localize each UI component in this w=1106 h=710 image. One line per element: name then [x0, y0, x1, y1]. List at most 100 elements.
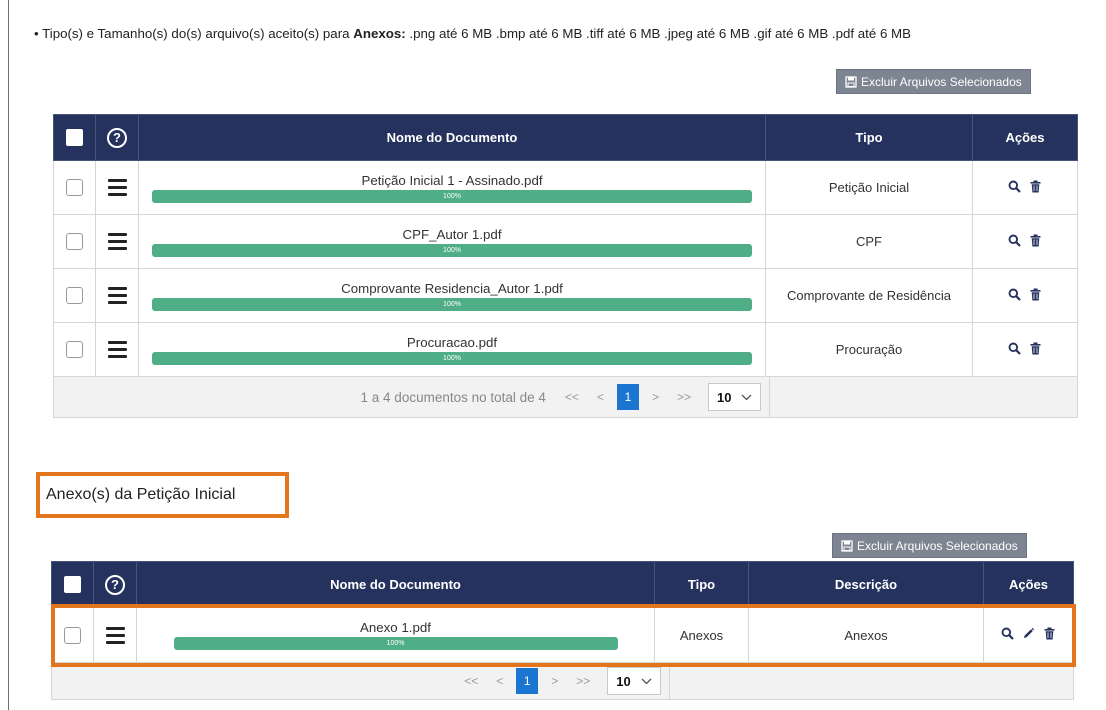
info-suffix: .png até 6 MB .bmp até 6 MB .tiff até 6 … — [405, 26, 911, 41]
select-all-checkbox[interactable] — [64, 576, 81, 594]
row-drag-cell — [95, 268, 139, 323]
row-actions-cell — [972, 322, 1078, 377]
pagination-cell: 1 a 4 documentos no total de 4 << < 1 > … — [53, 376, 1078, 418]
previous-page-button[interactable]: < — [588, 390, 613, 404]
column-header-actions: Ações — [983, 561, 1074, 608]
info-bold-label: Anexos: — [353, 26, 406, 41]
row-select-cell — [53, 268, 96, 323]
trash-icon[interactable] — [1043, 627, 1056, 640]
accepted-file-types-info: • Tipo(s) e Tamanho(s) do(s) arquivo(s) … — [34, 26, 911, 41]
pager-divider — [668, 663, 670, 699]
search-icon[interactable] — [1001, 627, 1014, 640]
page-size-value: 10 — [716, 389, 732, 405]
search-icon[interactable] — [1008, 288, 1021, 301]
row-drag-cell — [93, 607, 137, 663]
last-page-button[interactable]: >> — [668, 390, 700, 404]
help-icon[interactable]: ? — [105, 574, 125, 595]
info-prefix: • Tipo(s) e Tamanho(s) do(s) arquivo(s) … — [34, 26, 354, 41]
search-icon[interactable] — [1008, 342, 1021, 355]
page-1-button[interactable]: 1 — [616, 384, 639, 410]
search-icon[interactable] — [1008, 180, 1021, 193]
attachments-table: ? Nome do Documento Tipo Descrição Ações… — [51, 561, 1074, 700]
page-size-select[interactable]: 10 — [607, 667, 661, 695]
select-all-header — [51, 561, 94, 608]
progress-label: 100% — [386, 640, 405, 647]
next-page-button[interactable]: > — [643, 390, 668, 404]
upload-progress-bar: 100% — [152, 243, 752, 257]
row-type-cell: Petição Inicial — [765, 160, 973, 215]
drag-handle-icon[interactable] — [107, 287, 127, 305]
column-header-name: Nome do Documento — [136, 561, 655, 608]
drag-handle-icon[interactable] — [107, 233, 127, 251]
progress-label: 100% — [443, 300, 461, 308]
file-name: CPF_Autor 1.pdf — [402, 226, 502, 242]
row-actions-cell — [972, 214, 1078, 269]
upload-progress-bar: 100% — [152, 297, 752, 311]
trash-icon[interactable] — [1029, 234, 1042, 247]
row-name-cell: Anexo 1.pdf 100% — [136, 607, 655, 663]
row-actions-cell — [983, 607, 1074, 663]
page-size-select[interactable]: 10 — [707, 383, 762, 411]
row-checkbox[interactable] — [64, 626, 81, 644]
progress-label: 100% — [443, 246, 461, 254]
row-type-cell: Procuração — [765, 322, 973, 377]
row-select-cell — [51, 607, 94, 663]
table-row: Petição Inicial 1 - Assinado.pdf 100% Pe… — [53, 160, 1078, 215]
help-icon[interactable]: ? — [107, 127, 127, 148]
row-name-cell: Comprovante Residencia_Autor 1.pdf 100% — [138, 268, 766, 323]
progress-label: 100% — [443, 354, 461, 362]
pagination-row: 1 a 4 documentos no total de 4 << < 1 > … — [53, 376, 1078, 418]
table-row: Procuracao.pdf 100% Procuração — [53, 322, 1078, 377]
delete-selected-files-label: Excluir Arquivos Selecionados — [861, 74, 1022, 89]
delete-selected-files-button[interactable]: Excluir Arquivos Selecionados — [836, 69, 1031, 94]
section-title-text: Anexo(s) da Petição Inicial — [46, 486, 236, 503]
page-1-button[interactable]: 1 — [516, 668, 539, 694]
row-drag-cell — [95, 214, 139, 269]
row-name-cell: Procuracao.pdf 100% — [138, 322, 766, 377]
row-description-cell: Anexos — [748, 607, 984, 663]
save-icon — [845, 75, 857, 88]
attachments-table-header: ? Nome do Documento Tipo Descrição Ações — [51, 561, 1074, 608]
delete-selected-attachments-button[interactable]: Excluir Arquivos Selecionados — [832, 533, 1027, 558]
row-checkbox[interactable] — [66, 233, 83, 251]
documents-table-header: ? Nome do Documento Tipo Ações — [53, 114, 1078, 161]
file-name: Comprovante Residencia_Autor 1.pdf — [341, 280, 563, 296]
pagination: 1 a 4 documentos no total de 4 << < 1 > … — [54, 377, 1077, 417]
row-drag-cell — [95, 322, 139, 377]
select-all-checkbox[interactable] — [66, 129, 83, 147]
table-row: CPF_Autor 1.pdf 100% CPF — [53, 214, 1078, 269]
row-checkbox[interactable] — [66, 287, 83, 305]
row-checkbox[interactable] — [66, 179, 83, 197]
next-page-button[interactable]: > — [542, 674, 567, 688]
row-actions-cell — [972, 160, 1078, 215]
first-page-button[interactable]: << — [455, 674, 487, 688]
trash-icon[interactable] — [1029, 180, 1042, 193]
drag-handle-icon[interactable] — [105, 626, 125, 644]
save-icon — [841, 539, 853, 552]
drag-handle-icon[interactable] — [107, 179, 127, 197]
pencil-icon[interactable] — [1022, 627, 1035, 640]
section-title-attachments: Anexo(s) da Petição Inicial — [36, 472, 289, 518]
previous-page-button[interactable]: < — [487, 674, 512, 688]
row-select-cell — [53, 160, 96, 215]
progress-label: 100% — [443, 192, 461, 200]
trash-icon[interactable] — [1029, 342, 1042, 355]
trash-icon[interactable] — [1029, 288, 1042, 301]
drag-handle-icon[interactable] — [107, 341, 127, 359]
delete-selected-attachments-label: Excluir Arquivos Selecionados — [857, 538, 1018, 553]
column-header-description: Descrição — [748, 561, 984, 608]
last-page-button[interactable]: >> — [567, 674, 599, 688]
upload-progress-bar: 100% — [152, 189, 752, 203]
row-name-cell: CPF_Autor 1.pdf 100% — [138, 214, 766, 269]
first-page-button[interactable]: << — [556, 390, 588, 404]
row-checkbox[interactable] — [66, 341, 83, 359]
page-left-border — [8, 0, 9, 710]
row-select-cell — [53, 322, 96, 377]
row-select-cell — [53, 214, 96, 269]
search-icon[interactable] — [1008, 234, 1021, 247]
pagination-row: << < 1 > >> 10 — [51, 662, 1074, 700]
help-header: ? — [95, 114, 139, 161]
column-header-name: Nome do Documento — [138, 114, 766, 161]
table-row: Anexo 1.pdf 100% Anexos Anexos — [51, 607, 1074, 663]
chevron-down-icon — [641, 678, 652, 684]
